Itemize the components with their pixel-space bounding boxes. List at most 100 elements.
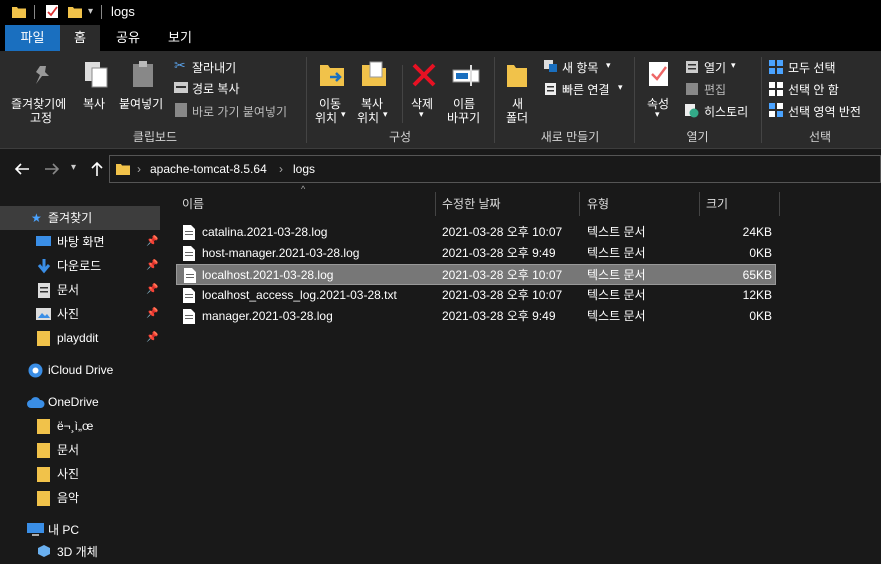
file-size: 0KB [749, 309, 772, 323]
paste-shortcut-label: 바로 가기 붙여넣기 [192, 105, 287, 119]
copy-icon [85, 62, 108, 88]
file-name: manager.2021-03-28.log [202, 309, 333, 323]
file-name: catalina.2021-03-28.log [202, 225, 328, 239]
column-header-type[interactable]: 유형 [587, 192, 609, 216]
nav-label: ë¬¸ì„œ [57, 419, 94, 433]
folder-icon [37, 491, 50, 506]
copy-path-icon [174, 82, 188, 93]
file-name: localhost_access_log.2021-03-28.txt [202, 288, 397, 302]
text-file-icon [184, 268, 196, 283]
nav-label: iCloud Drive [48, 363, 114, 377]
column-resize-handle[interactable] [579, 192, 580, 216]
divider [34, 5, 35, 19]
divider [494, 57, 495, 143]
chevron-down-icon: ▾ [618, 82, 623, 92]
nav-label: OneDrive [48, 395, 99, 409]
column-header-row: ^ 이름 수정한 날짜 유형 크기 [160, 184, 881, 218]
column-header-modified[interactable]: 수정한 날짜 [442, 192, 501, 216]
3d-objects-icon [38, 545, 50, 557]
rename-icon [452, 65, 480, 86]
tab-share[interactable]: 공유 [103, 25, 153, 51]
ribbon: 즐겨찾기에 고정 복사 붙여넣기 ✂ 잘라내기 경로 복사 바로 가기 붙여넣기… [0, 51, 881, 149]
paste-icon [133, 61, 153, 87]
column-resize-handle[interactable] [779, 192, 780, 216]
document-icon [38, 283, 50, 298]
invert-selection-icon [769, 103, 783, 117]
new-folder-icon [507, 65, 527, 87]
divider [306, 57, 307, 143]
nav-3d-objects[interactable]: 3D 개체 [0, 540, 160, 564]
file-row[interactable]: manager.2021-03-28.log 2021-03-28 오후 9:4… [176, 306, 776, 327]
nav-onedrive-music[interactable]: 음악 [0, 486, 160, 510]
file-row-selected[interactable]: localhost.2021-03-28.log 2021-03-28 오후 1… [176, 264, 776, 285]
text-file-icon [183, 246, 195, 261]
file-row[interactable]: host-manager.2021-03-28.log 2021-03-28 오… [176, 243, 776, 264]
file-row[interactable]: localhost_access_log.2021-03-28.txt 2021… [176, 285, 776, 306]
divider [402, 65, 403, 123]
nav-onedrive-documents[interactable]: 문서 [0, 438, 160, 462]
nav-label: 즐겨찾기 [48, 211, 93, 225]
up-arrow-icon[interactable] [89, 161, 105, 177]
edit-icon [686, 83, 698, 95]
tab-view[interactable]: 보기 [155, 25, 205, 51]
file-row[interactable]: catalina.2021-03-28.log 2021-03-28 오후 10… [176, 222, 776, 243]
pin-icon[interactable]: 📌 [146, 326, 158, 350]
select-all-icon [769, 60, 783, 74]
nav-icloud-drive[interactable]: iCloud Drive [0, 358, 160, 382]
copy-label: 복사 [83, 97, 106, 111]
nav-pictures[interactable]: 사진 📌 [0, 302, 160, 326]
nav-playddit[interactable]: playddit 📌 [0, 326, 160, 350]
address-bar[interactable]: › apache-tomcat-8.5.64 › logs [109, 155, 881, 183]
text-file-icon [183, 225, 195, 240]
history-icon [685, 104, 699, 118]
pin-label-line2: 고정 [30, 111, 53, 125]
column-resize-handle[interactable] [699, 192, 700, 216]
new-item-icon [544, 60, 557, 72]
invert-selection-label: 선택 영역 반전 [788, 105, 861, 119]
nav-desktop[interactable]: 바탕 화면 📌 [0, 230, 160, 254]
customize-quick-access-dropdown[interactable]: ▾ [88, 6, 93, 17]
file-name: host-manager.2021-03-28.log [202, 246, 360, 260]
column-header-size[interactable]: 크기 [706, 192, 728, 216]
breadcrumb-logs[interactable]: logs [293, 162, 315, 176]
nav-documents[interactable]: 문서 📌 [0, 278, 160, 302]
forward-arrow-icon[interactable] [44, 161, 60, 177]
nav-label: 음악 [57, 491, 80, 505]
folder-icon[interactable] [12, 5, 26, 19]
scissors-icon: ✂ [174, 57, 186, 73]
easy-access-label: 빠른 연결 [562, 83, 610, 97]
tab-file[interactable]: 파일 [5, 25, 60, 51]
file-modified: 2021-03-28 오후 10:07 [442, 288, 563, 302]
pin-icon[interactable]: 📌 [146, 230, 158, 254]
copy-to-label-line2: 위치 [357, 111, 380, 125]
open-icon [686, 61, 698, 73]
back-arrow-icon[interactable] [14, 161, 30, 177]
breadcrumb-apache-tomcat[interactable]: apache-tomcat-8.5.64 [150, 162, 267, 176]
star-icon: ★ [31, 211, 42, 225]
folder-icon [37, 467, 50, 482]
title-bar: ▾ logs [0, 0, 881, 25]
nav-onedrive-documents-garbled[interactable]: ë¬¸ì„œ [0, 414, 160, 438]
column-header-name[interactable]: 이름 [182, 192, 204, 216]
nav-onedrive-pictures[interactable]: 사진 [0, 462, 160, 486]
file-size: 65KB [742, 268, 772, 282]
download-arrow-icon [37, 259, 51, 274]
pin-icon[interactable]: 📌 [146, 254, 158, 278]
divider [761, 57, 762, 143]
nav-downloads[interactable]: 다운로드 📌 [0, 254, 160, 278]
pin-icon[interactable]: 📌 [146, 302, 158, 326]
pin-icon [36, 66, 49, 84]
properties-icon[interactable] [45, 4, 60, 19]
column-resize-handle[interactable] [435, 192, 436, 216]
nav-onedrive[interactable]: OneDrive [0, 390, 160, 414]
divider [634, 57, 635, 143]
new-folder-icon[interactable] [68, 5, 82, 19]
nav-label: 3D 개체 [57, 545, 98, 559]
nav-label: 문서 [57, 283, 80, 297]
nav-quick-access[interactable]: ★ 즐겨찾기 [0, 206, 160, 230]
recent-locations-chevron-icon[interactable]: ▾ [71, 162, 76, 173]
pin-icon[interactable]: 📌 [146, 278, 158, 302]
copy-path-label: 경로 복사 [192, 82, 240, 96]
tab-home[interactable]: 홈 [60, 25, 100, 51]
nav-this-pc[interactable]: 내 PC [0, 518, 160, 542]
